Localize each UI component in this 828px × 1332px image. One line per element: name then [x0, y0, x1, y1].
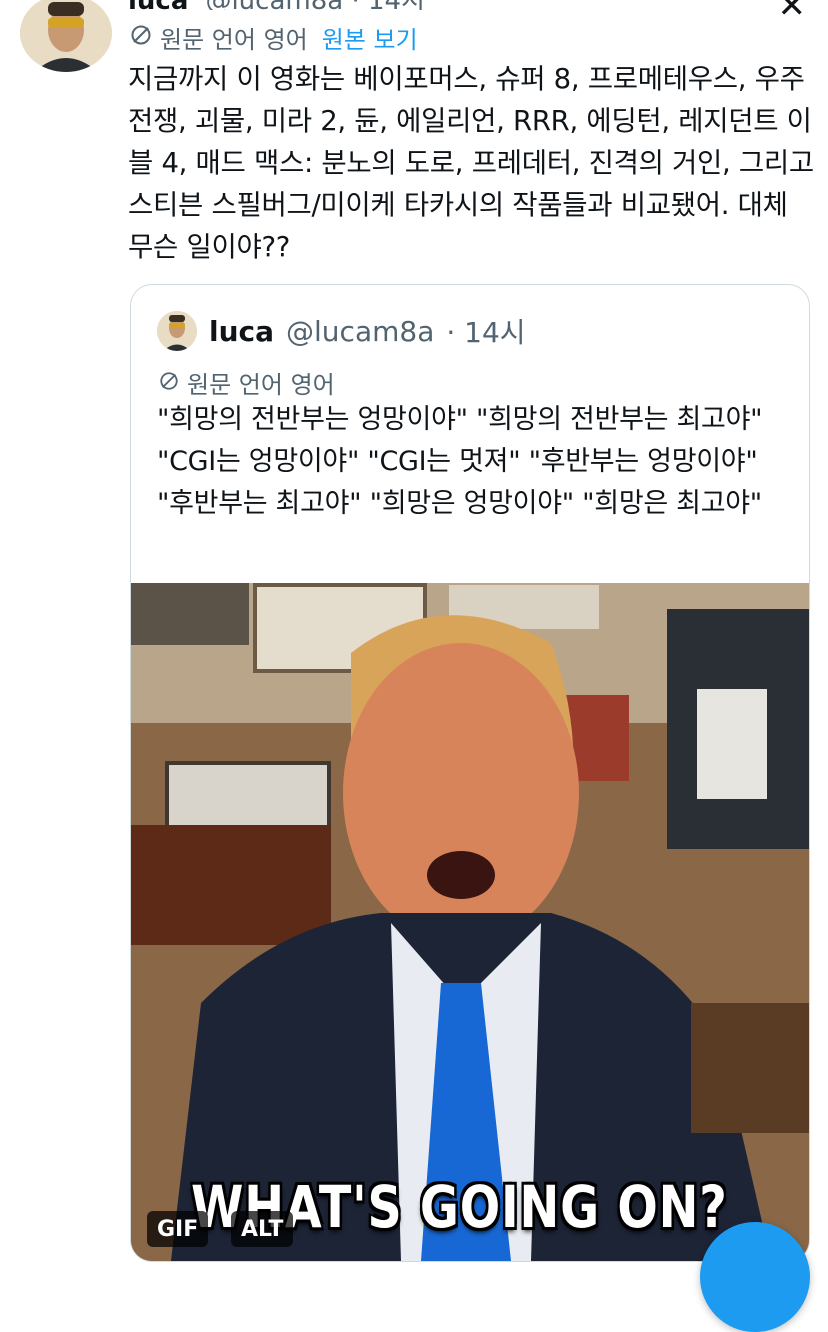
compose-fab[interactable] — [700, 1222, 810, 1332]
translate-icon — [130, 24, 152, 52]
translation-info: 원문 언어 영어 원본 보기 — [130, 20, 418, 55]
alt-badge[interactable]: ALT — [231, 1211, 294, 1247]
quoted-author-handle[interactable]: @lucam8a — [286, 315, 434, 348]
gif-badge: GIF — [147, 1211, 209, 1247]
tweet-author-header-cut[interactable]: luca @lucam8a · 14시 — [128, 0, 425, 10]
translation-label: 원문 언어 영어 — [160, 26, 308, 54]
quoted-avatar[interactable] — [157, 311, 197, 351]
quoted-author-name[interactable]: luca — [209, 315, 274, 348]
quoted-timestamp: · 14시 — [446, 316, 526, 349]
tweet-body: 지금까지 이 영화는 베이포머스, 슈퍼 8, 프로메테우스, 우주전쟁, 괴물… — [128, 63, 814, 263]
gif-media[interactable]: WHAT'S GOING ON? GIF ALT — [131, 583, 809, 1261]
translate-icon — [159, 369, 179, 397]
quoted-translation-label: 원문 언어 영어 — [187, 371, 335, 399]
avatar[interactable] — [20, 0, 112, 72]
author-name[interactable]: luca — [128, 0, 188, 10]
quoted-tweet-body: "희망의 전반부는 엉망이야" "희망의 전반부는 최고야" "CGI는 엉망이… — [157, 404, 763, 519]
quoted-tweet[interactable]: luca @lucam8a · 14시 원문 언어 영어 "희망의 전반부는 엉… — [130, 284, 810, 1262]
show-original-link[interactable]: 원본 보기 — [322, 20, 418, 55]
quoted-translation-info: 원문 언어 영어 — [159, 365, 335, 400]
quoted-tweet-header: luca @lucam8a · 14시 — [157, 311, 526, 351]
gif-frame-image — [131, 583, 809, 1261]
author-handle: @lucam8a · 14시 — [205, 0, 425, 10]
close-icon[interactable]: ✕ — [778, 0, 807, 26]
